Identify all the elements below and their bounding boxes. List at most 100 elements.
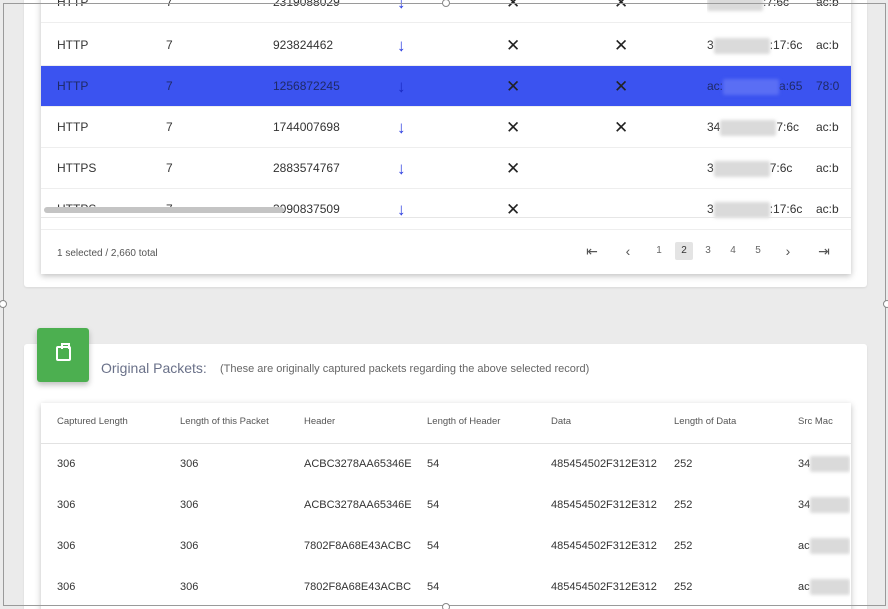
column-header[interactable]: Length of this Packet: [180, 403, 269, 443]
packet-row[interactable]: 306 306 7802F8A68E43ACBC 54 485454502F312E31…: [41, 567, 851, 608]
header-cell: ACBC3278AA65346E: [304, 499, 412, 511]
header-cell: 7802F8A68E43ACBC: [304, 581, 412, 593]
id-cell: 1256872245: [273, 79, 340, 93]
src-mac-cell: 3 :17:6c: [707, 25, 802, 66]
close-icon[interactable]: ✕: [506, 148, 520, 189]
column-header[interactable]: Captured Length: [57, 403, 128, 443]
arrow-down-icon[interactable]: ↓: [397, 25, 406, 66]
arrow-down-icon[interactable]: ↓: [397, 189, 406, 230]
arrow-down-icon[interactable]: ↓: [397, 107, 406, 148]
resize-handle[interactable]: [442, 603, 450, 609]
src-mac-cell: 3 :17:6c: [707, 189, 802, 230]
packet-row[interactable]: 306 306 7802F8A68E43ACBC 54 485454502F312E31…: [41, 526, 851, 567]
value-cell: 7: [166, 79, 173, 93]
captured-cell: 306: [57, 581, 76, 593]
column-header[interactable]: Header: [304, 403, 335, 443]
close-icon[interactable]: ✕: [506, 0, 520, 23]
column-header[interactable]: Data: [551, 403, 571, 443]
page-4[interactable]: 4: [724, 242, 742, 260]
protocol-cell: HTTPS: [57, 161, 97, 175]
close-icon[interactable]: ✕: [506, 107, 520, 148]
dst-mac-cell: ac:b: [816, 161, 839, 175]
redacted-block: [809, 538, 850, 555]
dst-mac-cell: ac:b: [816, 0, 839, 9]
chevron-right-icon[interactable]: ›: [779, 242, 797, 260]
value-cell: 7: [166, 38, 173, 52]
close-icon[interactable]: ✕: [614, 0, 628, 23]
dst-mac-cell: 78:0: [816, 79, 840, 93]
header-len-cell: 54: [427, 581, 440, 593]
src-mac-cell: ac: a:65: [707, 66, 802, 107]
mac-suffix: :17:6c: [769, 38, 803, 52]
protocol-cell: HTTP: [57, 120, 89, 134]
table-row[interactable]: HTTP 7 923824462 ↓ ✕ ✕ 3:17:6c ac:b: [41, 25, 851, 66]
scroll-track: [41, 217, 851, 218]
arrow-down-icon[interactable]: ↓: [397, 66, 406, 107]
src-mac-cell: :7:6c: [707, 0, 789, 23]
mac-prefix: 3: [707, 38, 714, 52]
header-len-cell: 54: [427, 458, 440, 470]
value-cell: 7: [166, 0, 173, 9]
table-row[interactable]: HTTP 7 1744007698 ↓ ✕ ✕ 34 7:6c ac:b: [41, 107, 851, 148]
redacted-block: [723, 78, 780, 95]
value-cell: 7: [166, 161, 173, 175]
src-mac-cell: 34 7:6c: [707, 107, 799, 148]
resize-handle[interactable]: [0, 300, 7, 308]
mac-prefix: ac:: [707, 79, 724, 93]
column-header[interactable]: Length of Data: [674, 403, 736, 443]
close-icon[interactable]: ✕: [614, 107, 628, 148]
horizontal-scrollbar[interactable]: [44, 207, 284, 213]
redacted-block: [713, 160, 770, 177]
id-cell: 2883574767: [273, 161, 340, 175]
mac-prefix: ac: [798, 540, 810, 552]
mac-prefix: ac: [798, 581, 810, 593]
mac-suffix: 7:6c: [769, 161, 793, 175]
header-cell: ACBC3278AA65346E: [304, 458, 412, 470]
page-5[interactable]: 5: [749, 242, 767, 260]
mac-suffix: :7:6c: [763, 0, 790, 9]
chevron-left-icon[interactable]: ‹: [619, 242, 637, 260]
packets-table: Captured Length Length of this Packet He…: [41, 403, 851, 609]
id-cell: 923824462: [273, 38, 334, 52]
first-page-icon[interactable]: ⇤: [583, 242, 601, 260]
mac-suffix: :17:6c: [769, 202, 803, 216]
data-cell: 485454502F312E312: [551, 581, 657, 593]
page-3[interactable]: 3: [699, 242, 717, 260]
length-cell: 306: [180, 581, 199, 593]
src-mac-cell: 34: [798, 444, 851, 485]
last-page-icon[interactable]: ⇥: [815, 242, 833, 260]
redacted-block: [707, 0, 763, 11]
captured-cell: 306: [57, 540, 76, 552]
packet-row[interactable]: 306 306 ACBC3278AA65346E 54 485454502F312E31…: [41, 444, 851, 485]
column-header[interactable]: Length of Header: [427, 403, 500, 443]
packets-subtitle: (These are originally captured packets r…: [220, 363, 590, 375]
header-len-cell: 54: [427, 540, 440, 552]
data-cell: 485454502F312E312: [551, 458, 657, 470]
packets-badge: [37, 328, 89, 382]
length-cell: 306: [180, 499, 199, 511]
id-cell: 1744007698: [273, 120, 340, 134]
value-cell: 7: [166, 120, 173, 134]
table-row[interactable]: HTTP 7 1256872245 ↓ ✕ ✕ ac: a:65 78:0: [41, 66, 851, 107]
redacted-block: [809, 579, 850, 596]
protocol-cell: HTTP: [57, 38, 89, 52]
arrow-down-icon[interactable]: ↓: [397, 0, 406, 23]
column-header[interactable]: Src Mac: [798, 403, 833, 443]
table-row[interactable]: HTTPS 7 2883574767 ↓ ✕ 3 7:6c ac:b: [41, 148, 851, 189]
close-icon[interactable]: ✕: [506, 66, 520, 107]
close-icon[interactable]: ✕: [614, 66, 628, 107]
selection-summary: 1 selected / 2,660 total: [57, 248, 158, 259]
resize-handle[interactable]: [883, 300, 888, 308]
mac-prefix: 3: [707, 202, 714, 216]
page-1[interactable]: 1: [650, 242, 668, 260]
close-icon[interactable]: ✕: [506, 25, 520, 66]
close-icon[interactable]: ✕: [506, 189, 520, 230]
id-cell: 2319088029: [273, 0, 340, 9]
packet-row[interactable]: 306 306 ACBC3278AA65346E 54 485454502F312E31…: [41, 485, 851, 526]
mac-prefix: 34: [798, 458, 811, 470]
dst-mac-cell: ac:b: [816, 120, 839, 134]
close-icon[interactable]: ✕: [614, 25, 628, 66]
arrow-down-icon[interactable]: ↓: [397, 148, 406, 189]
packets-title: Original Packets:: [101, 360, 207, 376]
page-2[interactable]: 2: [675, 242, 693, 260]
